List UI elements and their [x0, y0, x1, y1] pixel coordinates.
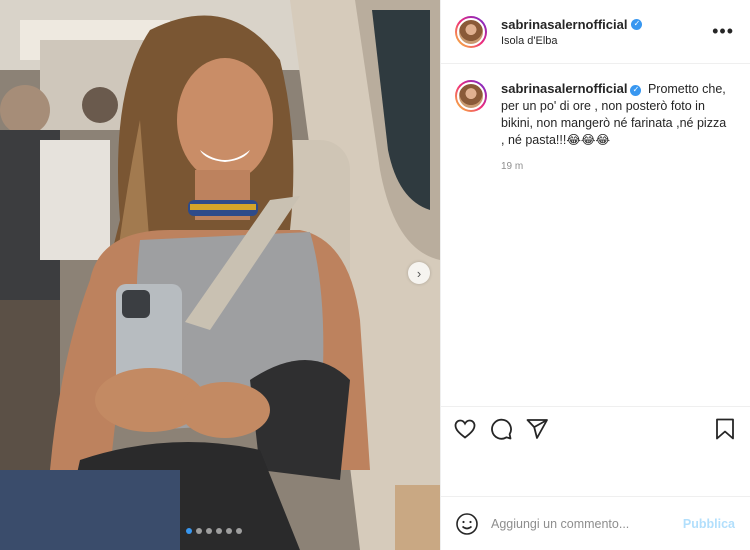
post-header: sabrinasalernofficial ✓ Isola d'Elba ••• [441, 0, 750, 64]
carousel-dot [236, 528, 242, 534]
chevron-right-icon: › [416, 265, 422, 281]
avatar[interactable] [455, 15, 487, 48]
emoji-icon[interactable] [455, 512, 479, 536]
caption-username-link[interactable]: sabrinasalernofficial [501, 81, 627, 96]
caption: sabrinasalernofficial ✓ Prometto che, per… [441, 64, 750, 149]
username-link[interactable]: sabrinasalernofficial [501, 17, 627, 32]
header-meta: sabrinasalernofficial ✓ Isola d'Elba [501, 17, 643, 47]
caption-body: sabrinasalernofficial ✓ Prometto che, per… [501, 80, 731, 149]
publish-button[interactable]: Pubblica [683, 517, 735, 531]
verified-badge-icon: ✓ [630, 84, 642, 96]
header-username-row: sabrinasalernofficial ✓ [501, 17, 643, 32]
post-photo[interactable]: › [0, 0, 440, 550]
more-options-icon[interactable]: ••• [712, 22, 734, 40]
carousel-dot [206, 528, 212, 534]
carousel-dot [186, 528, 192, 534]
location-link[interactable]: Isola d'Elba [501, 35, 642, 47]
photo-illustration [0, 0, 440, 550]
comment-input[interactable] [491, 516, 671, 531]
verified-badge-icon: ✓ [631, 18, 643, 30]
heart-icon[interactable] [453, 417, 477, 441]
comment-bar: Pubblica [441, 496, 750, 550]
caption-avatar[interactable] [455, 80, 487, 112]
carousel-dot [226, 528, 232, 534]
share-icon[interactable] [525, 417, 549, 441]
carousel-dot [216, 528, 222, 534]
post-timestamp[interactable]: 19 m [501, 161, 750, 172]
carousel-dot [196, 528, 202, 534]
action-bar [441, 406, 750, 450]
carousel-next-button[interactable]: › [408, 262, 430, 284]
bookmark-icon[interactable] [713, 417, 737, 441]
carousel-indicator [186, 528, 242, 534]
post-sidebar: sabrinasalernofficial ✓ Isola d'Elba •••… [440, 0, 750, 550]
comment-icon[interactable] [489, 417, 513, 441]
